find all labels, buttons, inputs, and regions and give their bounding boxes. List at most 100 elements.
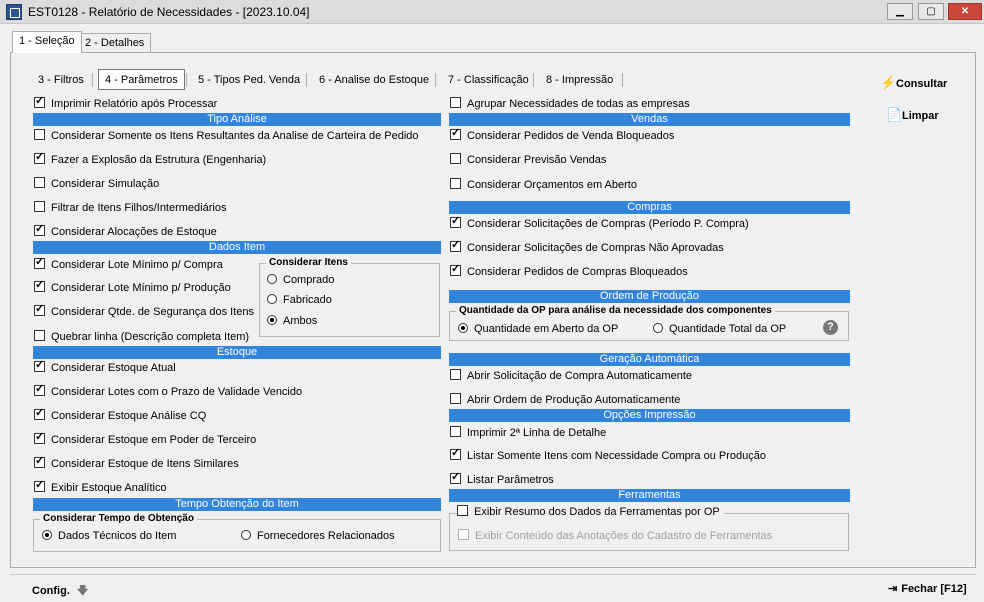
checkbox-anotacoes-ferramentas[interactable]: Exibir Conteúdo das Anotações do Cadastr… [458,529,772,543]
radio-dot[interactable] [267,315,277,325]
radio-ambos[interactable]: Ambos [267,315,317,329]
radio-dot[interactable] [241,530,251,540]
tab-classificacao[interactable]: 7 - Classificação [441,69,536,90]
checkbox-box[interactable] [34,223,45,236]
checkbox-box[interactable] [450,127,461,140]
checkbox-box[interactable] [450,369,461,380]
minimize-button[interactable]: ▁ [887,3,913,20]
radio-label: Fornecedores Relacionados [257,530,395,542]
section-dados-item: Dados Item [33,241,441,254]
checkbox-lote-minimo-compra[interactable]: Considerar Lote Mínimo p/ Compra [34,256,223,272]
checkbox-abrir-ordem-producao[interactable]: Abrir Ordem de Produção Automaticamente [450,393,680,407]
app-icon [6,4,22,20]
tab-parametros[interactable]: 4 - Parâmetros [98,69,185,90]
radio-dados-tecnicos[interactable]: Dados Técnicos do Item [42,530,176,544]
checkbox-pedidos-compra-bloqueados[interactable]: Considerar Pedidos de Compras Bloqueados [450,263,688,279]
tab-impressao[interactable]: 8 - Impressão [539,69,620,90]
checkbox-box[interactable] [34,95,45,108]
checkbox-box[interactable] [450,215,461,228]
checkbox-estoque-analitico[interactable]: Exibir Estoque Analítico [34,479,167,495]
consultar-button[interactable]: ⚡Consultar [880,75,947,91]
checkbox-box[interactable] [457,505,468,516]
radio-dot[interactable] [458,323,468,333]
tab-separator [435,73,436,87]
checkbox-listar-parametros[interactable]: Listar Parâmetros [450,471,554,487]
checkbox-considerar-simulacao[interactable]: Considerar Simulação [34,177,159,191]
radio-fabricado[interactable]: Fabricado [267,294,332,308]
checkbox-box[interactable] [450,153,461,164]
help-icon[interactable]: ? [823,320,838,335]
checkbox-box[interactable] [34,151,45,164]
checkbox-box[interactable] [34,201,45,212]
checkbox-previsao-vendas[interactable]: Considerar Previsão Vendas [450,153,606,167]
checkbox-box[interactable] [34,455,45,468]
checkbox-estoque-terceiro[interactable]: Considerar Estoque em Poder de Terceiro [34,431,256,447]
tab-detalhes[interactable]: 2 - Detalhes [78,33,152,53]
checkbox-box[interactable] [450,239,461,252]
checkbox-box[interactable] [450,393,461,404]
tab-separator [92,73,93,87]
checkbox-lotes-vencidos[interactable]: Considerar Lotes com o Prazo de Validade… [34,383,302,399]
checkbox-estoque-atual[interactable]: Considerar Estoque Atual [34,359,176,375]
checkbox-box[interactable] [34,359,45,372]
tab-filtros[interactable]: 3 - Filtros [31,69,91,90]
checkbox-box[interactable] [34,303,45,316]
checkbox-box[interactable] [450,263,461,276]
checkbox-explosao-estrutura[interactable]: Fazer a Explosão da Estrutura (Engenhari… [34,151,266,167]
checkbox-box[interactable] [450,426,461,437]
checkbox-box[interactable] [34,407,45,420]
checkbox-quebrar-linha[interactable]: Quebrar linha (Descrição completa Item) [34,330,249,344]
checkbox-box[interactable] [34,330,45,341]
checkbox-box[interactable] [34,279,45,292]
section-compras: Compras [449,201,850,214]
checkbox-box[interactable] [450,178,461,189]
checkbox-imprimir-relatorio[interactable]: Imprimir Relatório após Processar [34,95,217,111]
checkbox-pedidos-venda-bloqueados[interactable]: Considerar Pedidos de Venda Bloqueados [450,127,674,143]
checkbox-box[interactable] [450,471,461,484]
checkbox-box[interactable] [458,529,469,540]
checkbox-label: Agrupar Necessidades de todas as empresa… [467,98,690,110]
checkbox-exibir-resumo-ferramentas[interactable]: Exibir Resumo dos Dados da Ferramentas p… [457,505,724,519]
checkbox-orcamentos-aberto[interactable]: Considerar Orçamentos em Aberto [450,178,637,192]
checkbox-box[interactable] [34,256,45,269]
checkbox-box[interactable] [34,431,45,444]
checkbox-label: Considerar Lote Mínimo p/ Compra [51,259,223,271]
maximize-button[interactable]: ▢ [918,3,944,20]
checkbox-box[interactable] [34,177,45,188]
checkbox-label: Filtrar de Itens Filhos/Intermediários [51,202,227,214]
checkbox-box[interactable] [34,479,45,492]
checkbox-abrir-solicitacao[interactable]: Abrir Solicitação de Compra Automaticame… [450,369,692,383]
checkbox-solicitacoes-periodo[interactable]: Considerar Solicitações de Compras (Perí… [450,215,749,231]
checkbox-itens-similares[interactable]: Considerar Estoque de Itens Similares [34,455,239,471]
radio-dot[interactable] [42,530,52,540]
checkbox-box[interactable] [34,383,45,396]
close-button[interactable]: ✕ [948,3,982,20]
checkbox-alocacoes-estoque[interactable]: Considerar Alocações de Estoque [34,223,217,239]
radio-dot[interactable] [267,294,277,304]
radio-dot[interactable] [653,323,663,333]
radio-comprado[interactable]: Comprado [267,274,334,288]
checkbox-somente-itens-carteira[interactable]: Considerar Somente os Itens Resultantes … [34,129,419,143]
config-button[interactable]: Config. 🡇 [32,582,88,601]
checkbox-agrupar-empresas[interactable]: Agrupar Necessidades de todas as empresa… [450,97,690,111]
radio-dot[interactable] [267,274,277,284]
checkbox-lote-minimo-producao[interactable]: Considerar Lote Mínimo p/ Produção [34,279,231,295]
checkbox-qtde-seguranca[interactable]: Considerar Qtde. de Segurança dos Itens [34,303,254,319]
radio-qtd-total-op[interactable]: Quantidade Total da OP [653,323,786,337]
tab-selecao[interactable]: 1 - Seleção [12,31,82,53]
fechar-button[interactable]: ⇥ Fechar [F12] [888,582,967,595]
checkbox-estoque-cq[interactable]: Considerar Estoque Análise CQ [34,407,206,423]
checkbox-box[interactable] [34,129,45,140]
checkbox-listar-somente-itens[interactable]: Listar Somente Itens com Necessidade Com… [450,447,766,463]
section-ordem-producao: Ordem de Produção [449,290,850,303]
checkbox-box[interactable] [450,447,461,460]
radio-fornecedores[interactable]: Fornecedores Relacionados [241,530,395,544]
tab-analise-estoque[interactable]: 6 - Analise do Estoque [312,69,436,90]
checkbox-box[interactable] [450,97,461,108]
checkbox-segunda-linha[interactable]: Imprimir 2ª Linha de Detalhe [450,426,606,440]
checkbox-filtrar-itens-filhos[interactable]: Filtrar de Itens Filhos/Intermediários [34,201,226,215]
radio-qtd-aberto-op[interactable]: Quantidade em Aberto da OP [458,323,618,337]
tab-tipos-ped-venda[interactable]: 5 - Tipos Ped. Venda [191,69,307,90]
checkbox-solicitacoes-nao-aprovadas[interactable]: Considerar Solicitações de Compras Não A… [450,239,724,255]
limpar-button[interactable]: 📄Limpar [886,107,939,123]
